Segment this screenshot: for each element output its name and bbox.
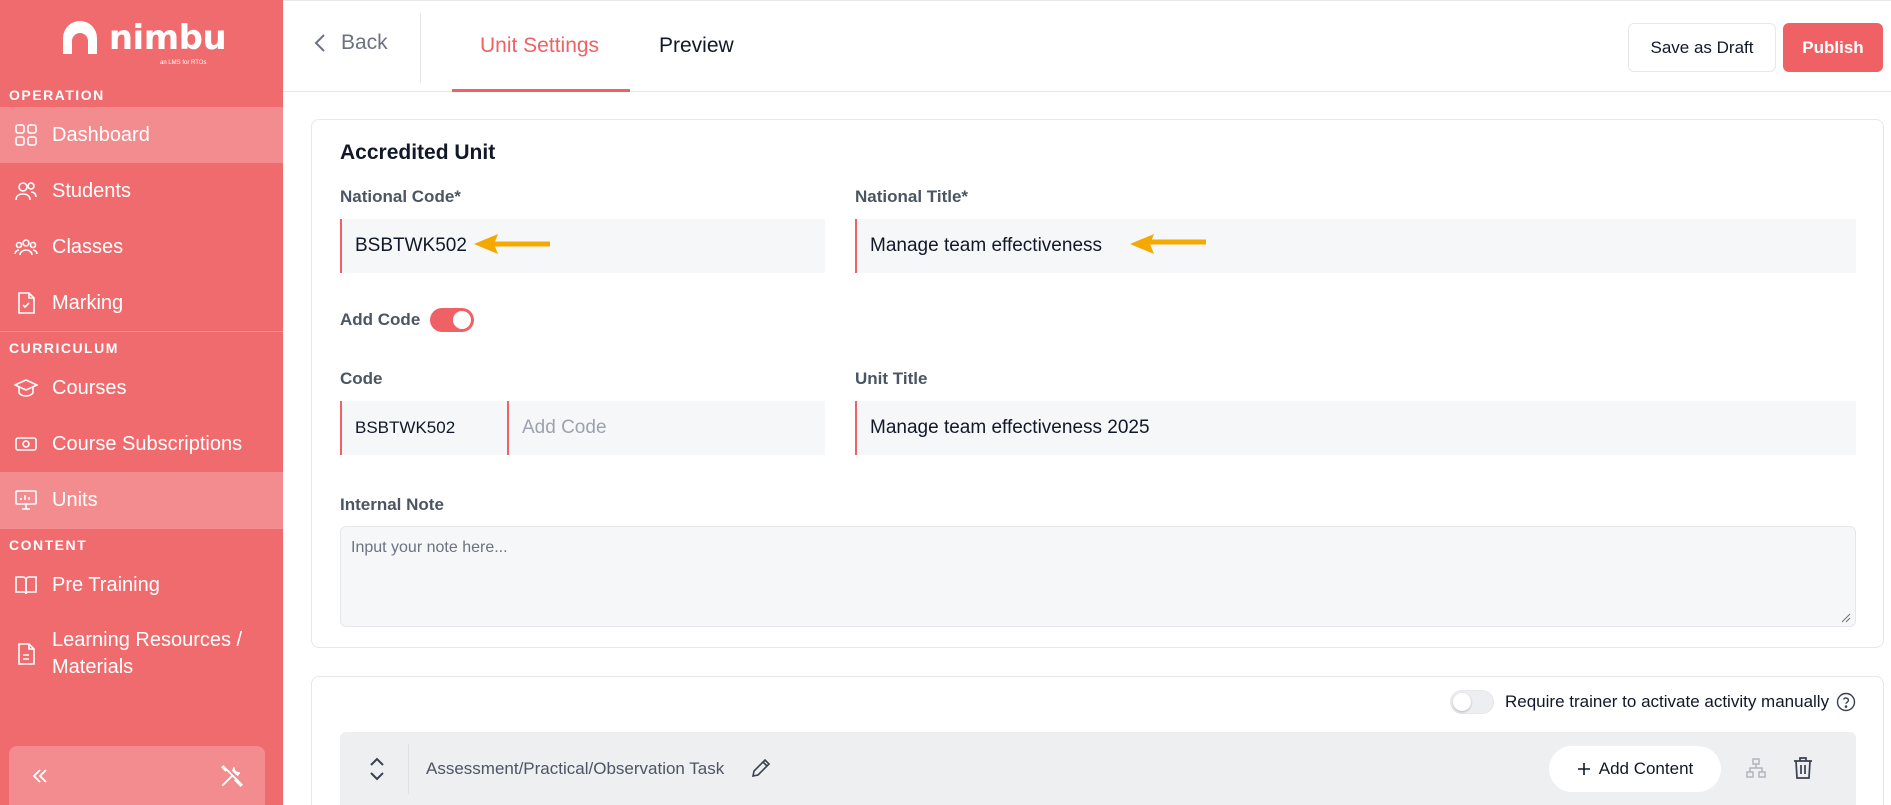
add-content-button[interactable]: Add Content	[1549, 746, 1721, 792]
add-content-label: Add Content	[1598, 759, 1694, 778]
publish-button[interactable]: Publish	[1783, 23, 1883, 72]
hierarchy-icon[interactable]	[1745, 757, 1767, 779]
add-code-toggle[interactable]	[430, 308, 474, 332]
section-curriculum: CURRICULUM	[9, 340, 119, 356]
sidebar-item-classes[interactable]: Classes	[0, 219, 283, 275]
add-code-label: Add Code	[340, 310, 421, 329]
brand-logo[interactable]: nimbu	[0, 0, 283, 75]
sidebar-item-label: Pre Training	[52, 573, 160, 596]
sidebar-item-label: Dashboard	[52, 123, 150, 146]
collapse-sidebar-icon[interactable]	[29, 765, 51, 787]
require-trainer-label: Require trainer to activate activity man…	[1505, 692, 1830, 711]
national-code-field[interactable]: BSBTWK502	[340, 219, 825, 273]
back-button[interactable]: Back	[313, 31, 388, 55]
active-tab-indicator	[452, 89, 630, 92]
save-draft-button[interactable]: Save as Draft	[1628, 23, 1776, 72]
task-row: Assessment/Practical/Observation Task Ad…	[340, 732, 1856, 805]
help-icon[interactable]	[1836, 692, 1856, 712]
resize-handle-icon[interactable]	[1841, 613, 1851, 623]
sidebar-item-label-line1: Learning Resources /	[52, 629, 243, 651]
sidebar: nimbu an LMS for RTOs OPERATION Dashboar…	[0, 0, 283, 805]
document-icon	[12, 640, 40, 668]
sidebar-item-pre-training[interactable]: Pre Training	[0, 557, 283, 613]
task-title: Assessment/Practical/Observation Task	[426, 759, 725, 778]
cloud-logo-icon	[62, 20, 97, 54]
section-content: CONTENT	[9, 537, 88, 553]
document-check-icon	[12, 289, 40, 317]
national-title-field[interactable]: Manage team effectiveness	[855, 219, 1856, 273]
sidebar-item-course-subscriptions[interactable]: Course Subscriptions	[0, 416, 283, 472]
sidebar-item-label: Course Subscriptions	[52, 432, 243, 455]
task-divider	[408, 744, 409, 794]
users-icon	[12, 177, 40, 205]
plus-icon	[1577, 763, 1590, 775]
card-title: Accredited Unit	[340, 141, 496, 164]
section-operation: OPERATION	[9, 87, 105, 103]
national-code-label: National Code*	[340, 187, 461, 206]
sidebar-item-marking[interactable]: Marking	[0, 275, 283, 331]
national-title-label: National Title*	[855, 187, 969, 206]
topbar: Back Unit Settings Preview Save as Draft…	[283, 0, 1891, 92]
back-label: Back	[341, 31, 388, 54]
sidebar-item-label-line2: Materials	[52, 656, 134, 678]
unit-title-field[interactable]: Manage team effectiveness 2025	[855, 401, 1856, 455]
internal-note-placeholder: Input your note here...	[351, 539, 508, 556]
presentation-icon	[12, 486, 40, 514]
unit-title-label: Unit Title	[855, 369, 928, 388]
topbar-divider	[420, 13, 421, 83]
grid-icon	[12, 121, 40, 149]
chevron-left-icon	[314, 34, 325, 52]
brand-tagline: an LMS for RTOs	[160, 60, 207, 66]
expand-collapse-icon[interactable]	[362, 754, 392, 784]
sidebar-item-label: Students	[52, 179, 131, 202]
code-label: Code	[340, 369, 383, 388]
group-icon	[12, 233, 40, 261]
sidebar-footer	[9, 746, 265, 805]
tab-preview[interactable]: Preview	[659, 34, 734, 58]
pencil-icon[interactable]	[750, 757, 772, 779]
code-prefix: BSBTWK502	[340, 401, 509, 455]
sidebar-item-label: Marking	[52, 291, 124, 314]
internal-note-label: Internal Note	[340, 495, 444, 514]
arrow-annotation-icon	[474, 234, 550, 254]
trash-icon[interactable]	[1792, 756, 1814, 780]
activities-card: Require trainer to activate activity man…	[311, 676, 1884, 805]
arrow-annotation-icon	[1130, 234, 1206, 254]
add-code-input[interactable]: Add Code	[507, 401, 825, 455]
accredited-unit-card: Accredited Unit National Code* BSBTWK502…	[311, 119, 1884, 648]
sidebar-item-students[interactable]: Students	[0, 163, 283, 219]
banknote-icon	[12, 430, 40, 458]
brand-name: nimbu	[108, 17, 227, 58]
open-book-icon	[12, 571, 40, 599]
sidebar-item-courses[interactable]: Courses	[0, 360, 283, 416]
internal-note-textarea[interactable]: Input your note here...	[340, 526, 1856, 627]
sidebar-item-units[interactable]: Units	[0, 472, 283, 528]
sidebar-item-dashboard[interactable]: Dashboard	[0, 107, 283, 163]
graduation-cap-icon	[12, 374, 40, 402]
sidebar-item-learning-resources[interactable]: Learning Resources / Materials	[0, 613, 283, 695]
tab-unit-settings[interactable]: Unit Settings	[480, 34, 599, 58]
sidebar-item-label: Units	[52, 488, 98, 511]
sidebar-item-label: Classes	[52, 235, 124, 258]
require-trainer-toggle[interactable]	[1450, 690, 1494, 714]
sidebar-item-label: Courses	[52, 376, 127, 399]
tools-icon[interactable]	[219, 763, 245, 789]
sidebar-item-label: Learning Resources / Materials	[48, 627, 242, 681]
